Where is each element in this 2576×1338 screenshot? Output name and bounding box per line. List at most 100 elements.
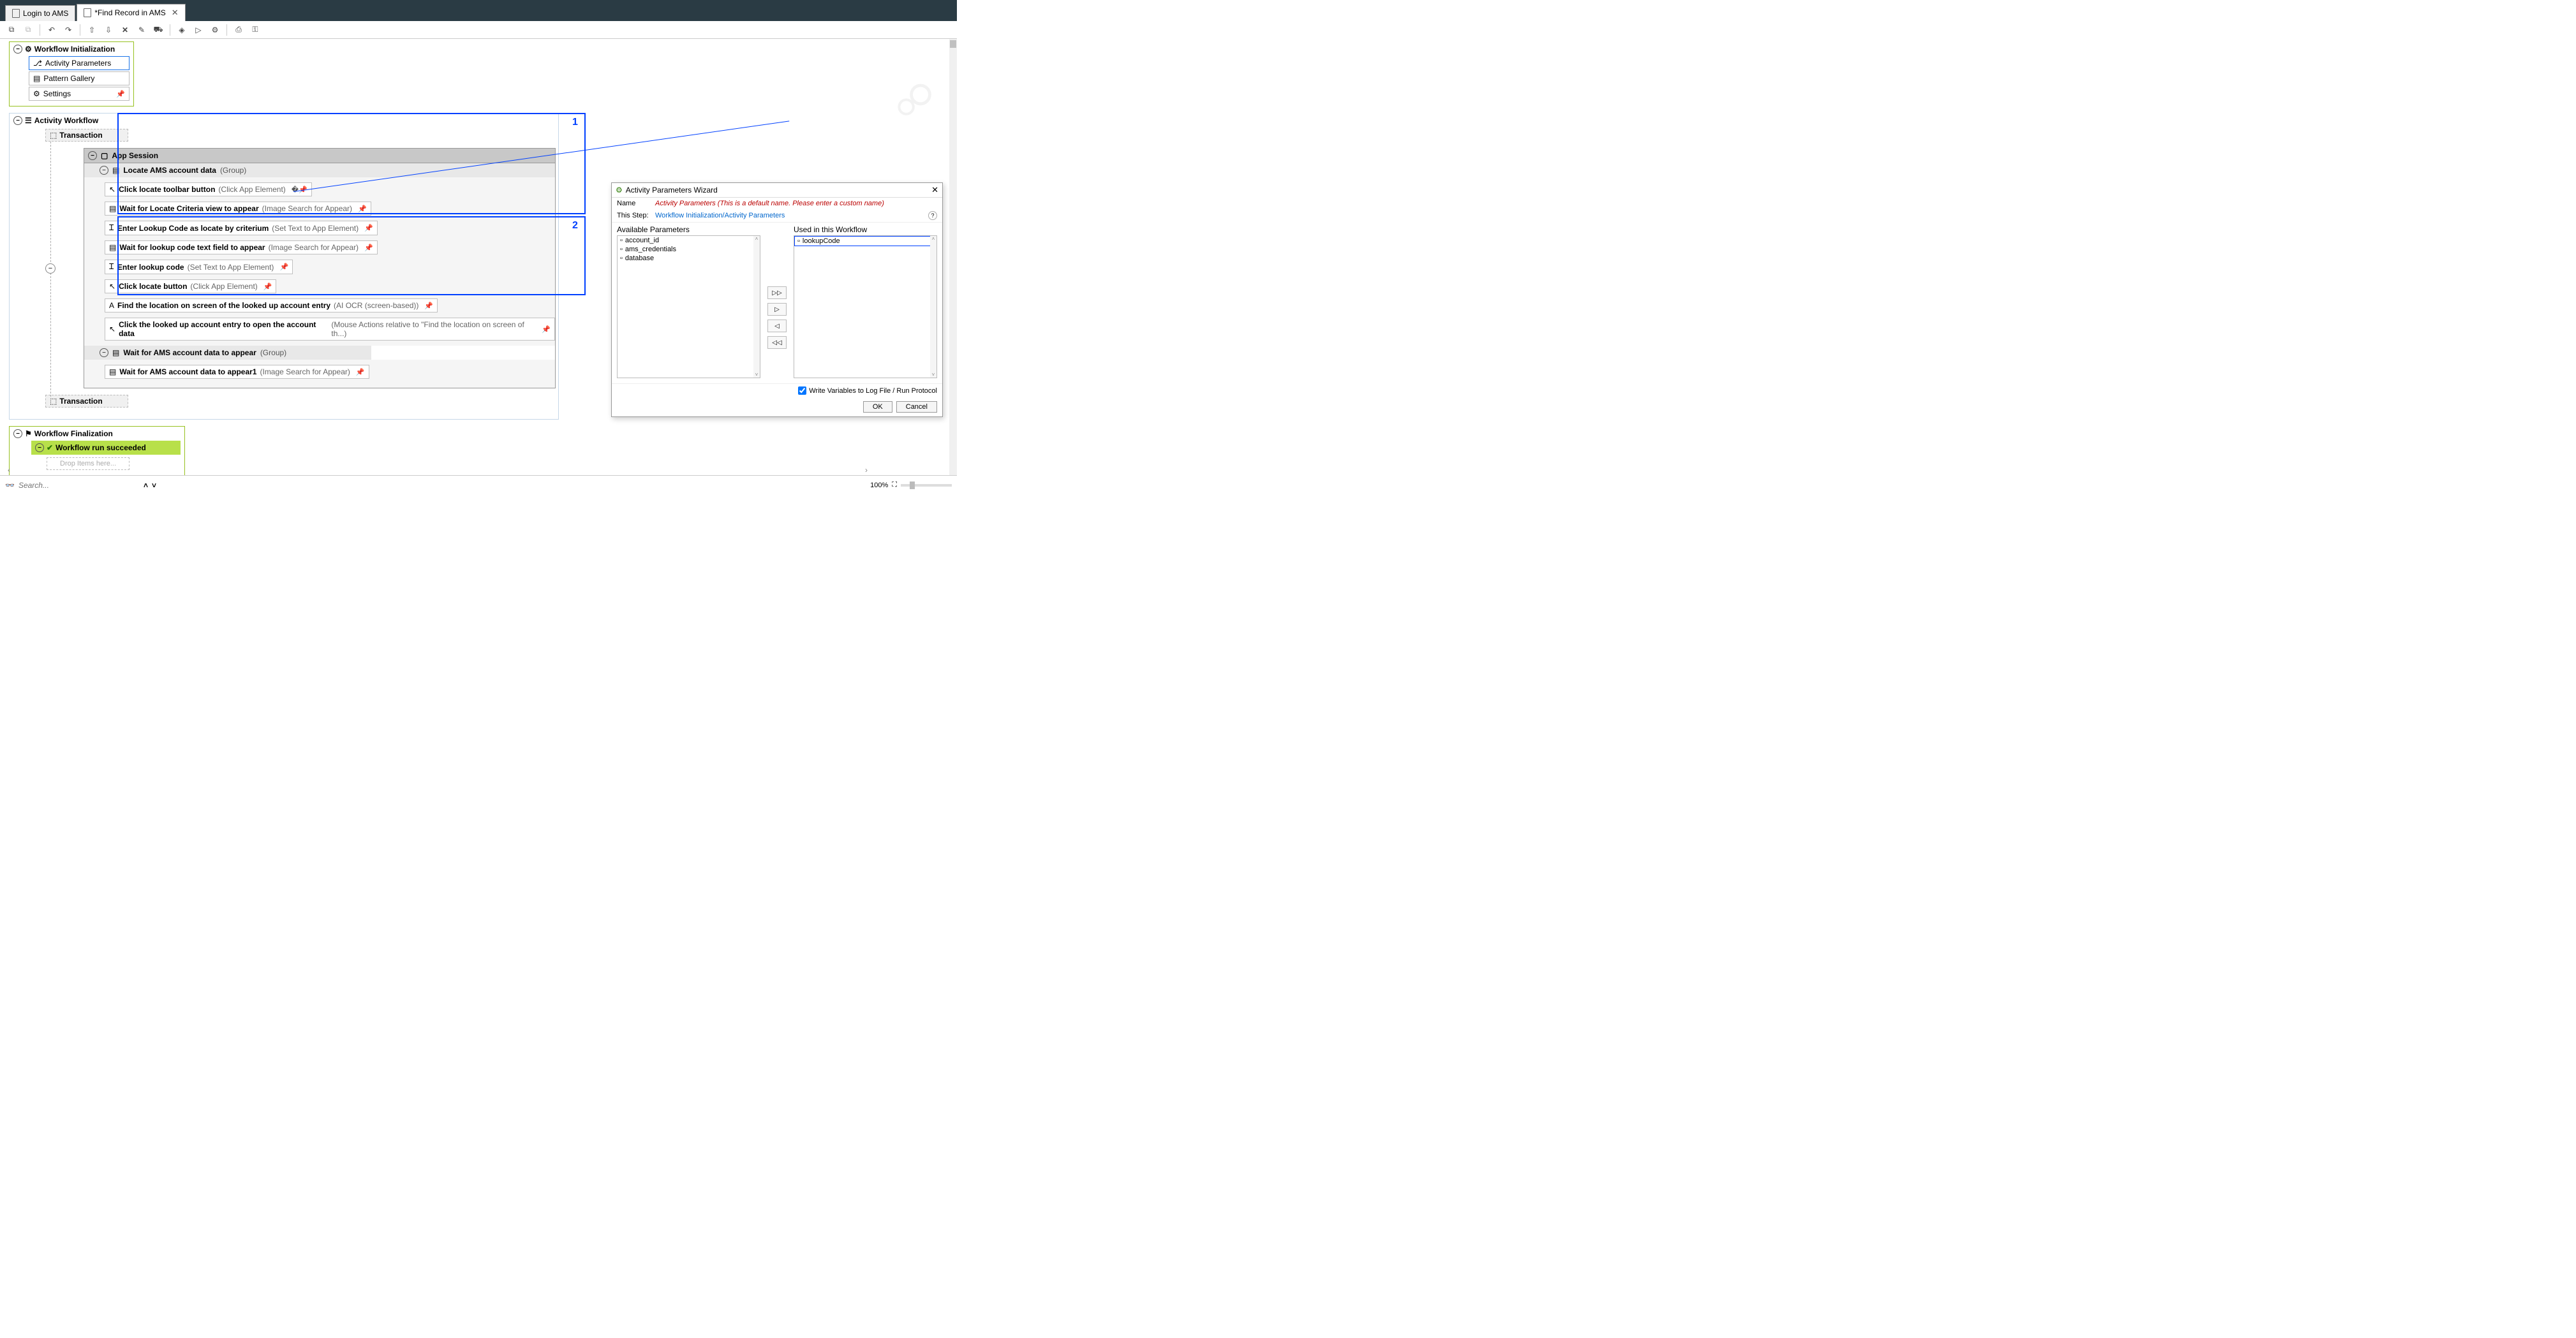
close-icon[interactable]: ✕ — [172, 8, 179, 18]
move-all-left-button[interactable]: ◁◁ — [767, 336, 787, 349]
scroll-right-icon[interactable]: › — [865, 466, 868, 474]
dialog-close-icon[interactable]: ✕ — [931, 185, 938, 195]
step-title: Wait for AMS account data to appear1 — [119, 367, 256, 376]
transaction-start[interactable]: ⬚ Transaction — [45, 129, 128, 142]
transaction-collapse[interactable]: − — [45, 263, 56, 274]
step-wait-textfield[interactable]: ▤Wait for lookup code text field to appe… — [105, 240, 378, 254]
pin-icon[interactable]: 📌 — [356, 368, 365, 376]
listbox-scrollbar[interactable]: ˄˅ — [930, 236, 936, 378]
settings-button[interactable]: ⚙ Settings 📌 — [29, 87, 130, 101]
tab-login[interactable]: Login to AMS — [5, 5, 75, 21]
step-enter-criterium[interactable]: ᏆEnter Lookup Code as locate by criteriu… — [105, 221, 378, 235]
collapse-toggle[interactable]: − — [13, 429, 22, 438]
group-type: (Group) — [260, 348, 286, 357]
step-type: (Mouse Actions relative to "Find the loc… — [331, 320, 536, 338]
key-icon[interactable]: ⚿ — [249, 24, 262, 36]
collapse-toggle[interactable]: − — [35, 443, 44, 452]
pin-icon[interactable]: �📌 — [292, 186, 307, 194]
step-link[interactable]: Workflow Initialization/Activity Paramet… — [655, 212, 785, 219]
undo-icon[interactable]: ↶ — [45, 24, 58, 36]
name-input[interactable]: Activity Parameters (This is a default n… — [655, 200, 884, 207]
print-icon[interactable]: ⎙ — [232, 24, 245, 36]
diamond-icon[interactable]: ◈ — [175, 24, 188, 36]
collapse-toggle[interactable]: − — [100, 348, 108, 357]
pin-icon[interactable]: 📌 — [424, 302, 433, 310]
activity-parameters-dialog: ⚙ Activity Parameters Wizard ✕ Name Acti… — [611, 182, 943, 417]
step-click-toolbar[interactable]: ↖Click locate toolbar button(Click App E… — [105, 182, 312, 196]
help-icon[interactable]: ? — [928, 211, 937, 220]
write-vars-checkbox[interactable]: Write Variables to Log File / Run Protoc… — [798, 386, 937, 395]
pin-icon[interactable]: 📌 — [116, 90, 125, 98]
available-listbox[interactable]: ▫account_id ▫ams_credentials ▫database ˄… — [617, 235, 760, 378]
copy-icon[interactable]: ⧉ — [5, 24, 18, 36]
collapse-toggle[interactable]: − — [13, 116, 22, 125]
step-wait-criteria[interactable]: ▤Wait for Locate Criteria view to appear… — [105, 202, 371, 216]
wand-icon[interactable]: ✎ — [135, 24, 148, 36]
used-listbox[interactable]: ▫lookupCode ˄˅ — [794, 235, 937, 378]
collapse-toggle[interactable]: − — [100, 166, 108, 175]
dialog-title-bar: ⚙ Activity Parameters Wizard ✕ — [612, 183, 942, 198]
transaction-end[interactable]: ⬚ Transaction — [45, 395, 128, 408]
pin-icon[interactable]: 📌 — [263, 283, 272, 291]
collapse-toggle[interactable]: − — [13, 45, 22, 54]
pin-icon[interactable]: 📌 — [364, 224, 373, 232]
zoom-slider[interactable] — [901, 484, 952, 487]
cancel-icon[interactable]: ✕ — [119, 24, 131, 36]
item-label: lookupCode — [803, 237, 840, 245]
option-label: Settings — [43, 89, 71, 98]
ok-button[interactable]: OK — [863, 401, 892, 413]
pin-icon[interactable]: 📌 — [364, 244, 373, 252]
option-label: Activity Parameters — [45, 59, 111, 68]
activity-workflow-title: Activity Workflow — [34, 116, 98, 125]
redo-icon[interactable]: ↷ — [62, 24, 75, 36]
step-type: (AI OCR (screen-based)) — [334, 301, 418, 310]
zoom-fit-icon[interactable]: ⛶ — [892, 481, 897, 489]
move-left-button[interactable]: ◁ — [767, 320, 787, 332]
annotation-number-1: 1 — [572, 117, 578, 128]
step-label: This Step: — [617, 212, 651, 219]
gear-icon[interactable]: ⚙ — [209, 24, 221, 36]
play-icon[interactable]: ▷ — [192, 24, 205, 36]
step-type: (Image Search for Appear) — [262, 204, 352, 213]
vehicle-icon[interactable]: ⛟ — [152, 24, 165, 36]
pin-icon[interactable]: 📌 — [358, 205, 367, 213]
scroll-left-icon[interactable]: ‹ — [8, 466, 10, 474]
step-click-entry[interactable]: ↖Click the looked up account entry to op… — [105, 318, 555, 341]
checkbox[interactable] — [798, 386, 806, 395]
finalization-header: − ⚑ Workflow Finalization — [13, 429, 181, 438]
list-item[interactable]: ▫database — [618, 254, 760, 263]
search-next-icon[interactable]: ˅ — [152, 481, 156, 490]
pin-icon[interactable]: 📌 — [279, 263, 288, 271]
step-wait-appear[interactable]: ▤Wait for AMS account data to appear1(Im… — [105, 365, 369, 379]
step-ocr-find[interactable]: AFind the location on screen of the look… — [105, 298, 438, 312]
collapse-toggle[interactable]: − — [88, 151, 97, 160]
slider-knob[interactable] — [910, 482, 915, 489]
vertical-scrollbar[interactable] — [949, 39, 957, 475]
move-all-right-button[interactable]: ▷▷ — [767, 286, 787, 299]
success-bar[interactable]: − ✔ Workflow run succeeded — [31, 441, 181, 455]
tab-find-record[interactable]: *Find Record in AMS ✕ — [77, 4, 185, 21]
group-icon: ▤ — [112, 348, 119, 357]
paste-icon[interactable]: ⧉ — [22, 24, 34, 36]
pattern-gallery-button[interactable]: ▤ Pattern Gallery — [29, 71, 130, 85]
pin-icon[interactable]: 📌 — [542, 325, 551, 334]
search-prev-icon[interactable]: ˄ — [144, 481, 148, 490]
transaction-label: Transaction — [59, 397, 102, 406]
gallery-icon: ▤ — [33, 74, 40, 83]
up-icon[interactable]: ⇧ — [85, 24, 98, 36]
search-input[interactable] — [19, 481, 140, 490]
list-item-lookupcode[interactable]: ▫lookupCode — [794, 236, 936, 246]
workflow-init-title: Workflow Initialization — [34, 45, 115, 54]
horizontal-scroll[interactable]: ‹ › — [8, 465, 868, 475]
listbox-scrollbar[interactable]: ˄˅ — [753, 236, 760, 378]
step-click-locate[interactable]: ↖Click locate button(Click App Element)📌 — [105, 279, 276, 293]
down-icon[interactable]: ⇩ — [102, 24, 115, 36]
list-item[interactable]: ▫account_id — [618, 236, 760, 245]
list-item[interactable]: ▫ams_credentials — [618, 245, 760, 254]
cancel-button[interactable]: Cancel — [896, 401, 937, 413]
activity-parameters-button[interactable]: ⎇ Activity Parameters — [29, 56, 130, 70]
binoculars-icon[interactable]: 👓 — [5, 481, 15, 490]
scrollbar-thumb[interactable] — [950, 40, 956, 48]
move-right-button[interactable]: ▷ — [767, 303, 787, 316]
step-enter-lookup-code[interactable]: ᏆEnter lookup code(Set Text to App Eleme… — [105, 260, 293, 274]
